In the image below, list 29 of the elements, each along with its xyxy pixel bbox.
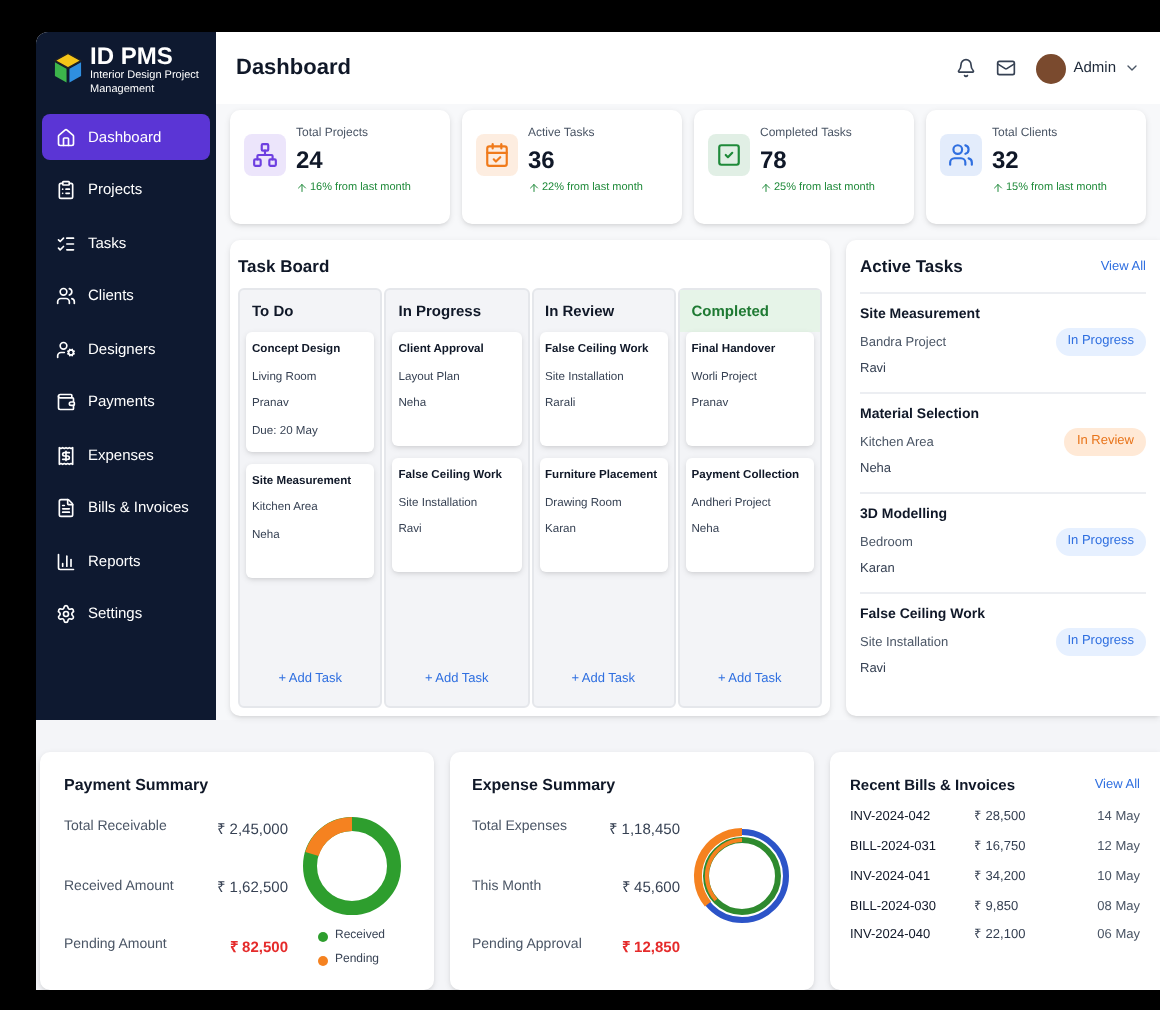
clipboard-icon: [56, 180, 76, 200]
chevron-down-icon[interactable]: [1124, 60, 1140, 76]
settings-icon: [56, 604, 76, 624]
panel-title: Expense Summary: [472, 774, 618, 798]
notifications-icon[interactable]: [955, 58, 976, 78]
page-title: Dashboard: [236, 53, 351, 84]
arrow-up-icon: [760, 182, 772, 195]
brand-name: ID PMS: [90, 44, 175, 70]
arrow-up-icon: [992, 182, 1004, 195]
user-gear-icon: [56, 339, 76, 359]
arrow-up-icon: [528, 182, 540, 195]
panel-title: Payment Summary: [64, 774, 211, 798]
panel-title: Task Board: [238, 254, 332, 280]
stat-value: 24: [296, 144, 325, 176]
users-icon: [56, 286, 76, 306]
mail-icon[interactable]: [995, 58, 1016, 78]
checklist-icon: [56, 233, 76, 253]
document-icon: [56, 498, 76, 518]
stat-value: 32: [992, 144, 1021, 176]
wallet-icon: [56, 392, 76, 412]
stat-value: 36: [528, 144, 557, 176]
avatar[interactable]: [1035, 53, 1066, 83]
panel-title: Active Tasks: [860, 254, 963, 280]
arrow-up-icon: [296, 182, 308, 195]
donut-chart-drawing: [300, 814, 404, 918]
house-icon: [56, 127, 76, 147]
stat-value: 78: [760, 144, 789, 176]
bar-chart-icon: [56, 551, 76, 571]
receipt-icon: [56, 445, 76, 465]
